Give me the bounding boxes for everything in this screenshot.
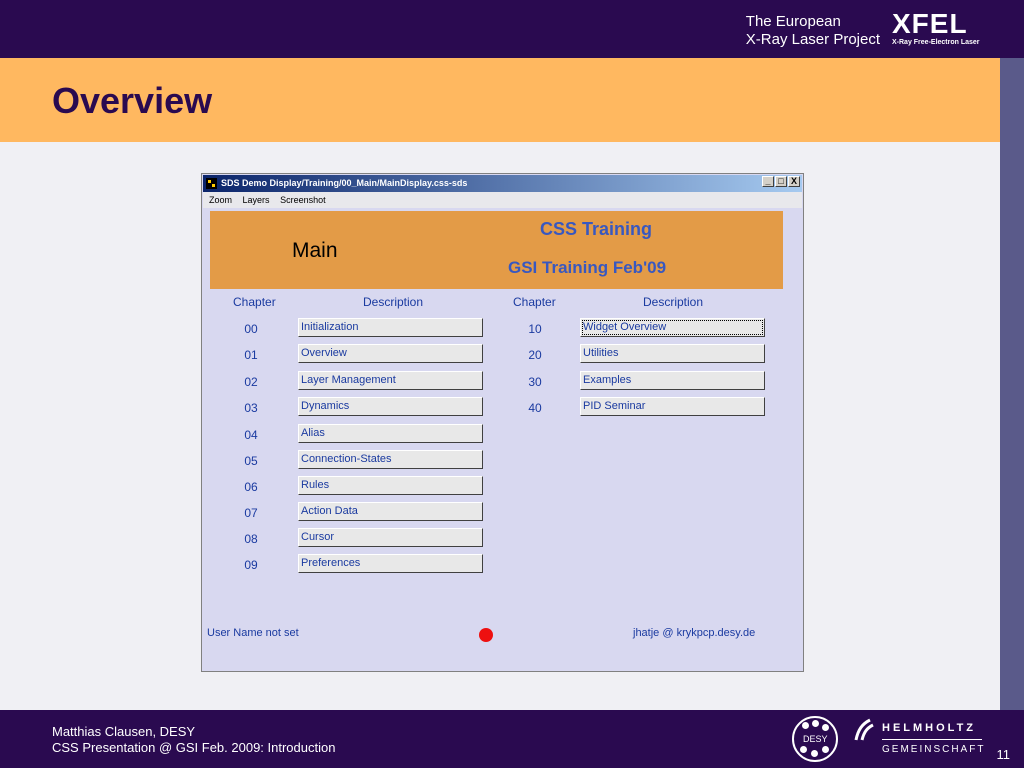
app-icon <box>206 178 217 189</box>
chapter-button-layer-management[interactable]: Layer Management <box>298 371 483 390</box>
chapter-button-cursor[interactable]: Cursor <box>298 528 483 547</box>
slide-header-bar: The European X-Ray Laser Project XFEL X-… <box>0 0 1024 58</box>
brand-text: The European X-Ray Laser Project <box>746 13 880 49</box>
footer-line-2: CSS Presentation @ GSI Feb. 2009: Introd… <box>52 740 336 755</box>
header-chapter-left: Chapter <box>233 295 276 309</box>
header-chapter-right: Chapter <box>513 295 556 309</box>
banner-title: CSS Training <box>540 219 653 239</box>
chapter-number: 02 <box>244 375 258 389</box>
chapter-button-widget-overview[interactable]: Widget Overview <box>580 318 765 337</box>
chapter-number: 03 <box>244 401 258 415</box>
chapter-number: 05 <box>244 454 258 468</box>
app-window: SDS Demo Display/Training/00_Main/MainDi… <box>201 173 804 672</box>
window-titlebar[interactable]: SDS Demo Display/Training/00_Main/MainDi… <box>203 175 802 192</box>
desy-logo: DESY <box>792 716 838 762</box>
helmholtz-logo: HELMHOLTZ GEMEINSCHAFT <box>852 718 992 762</box>
brand-line-1: The European <box>745 13 841 30</box>
xfel-logo-subtitle: X-Ray Free-Electron Laser <box>892 39 980 46</box>
chapter-button-utilities[interactable]: Utilities <box>580 344 765 363</box>
maximize-button[interactable]: □ <box>775 176 787 187</box>
slide-footer: Matthias Clausen, DESY CSS Presentation … <box>0 710 1024 768</box>
chapter-button-examples[interactable]: Examples <box>580 371 765 390</box>
header-description-right: Description <box>643 295 704 309</box>
status-user-name: User Name not set <box>207 627 299 639</box>
chapter-button-connection-states[interactable]: Connection-States <box>298 450 483 469</box>
brand-line-2: X-Ray Laser Project <box>745 31 880 48</box>
minimize-button[interactable]: _ <box>762 176 774 187</box>
menu-screenshot[interactable]: Screenshot <box>280 195 326 205</box>
helmholtz-text-1: HELMHOLTZ <box>882 722 977 734</box>
chapter-number: 07 <box>244 506 258 520</box>
banner-main-label: Main <box>292 239 338 262</box>
chapter-number: 40 <box>528 401 542 415</box>
footer-line-1: Matthias Clausen, DESY <box>52 724 196 739</box>
chapter-button-dynamics[interactable]: Dynamics <box>298 397 483 416</box>
display-banner: Main CSS Training GSI Training Feb'09 <box>210 211 783 289</box>
chapter-button-preferences[interactable]: Preferences <box>298 554 483 573</box>
status-led-icon <box>479 628 493 642</box>
chapter-button-action-data[interactable]: Action Data <box>298 502 483 521</box>
helmholtz-mark-icon <box>854 718 874 741</box>
menu-layers[interactable]: Layers <box>243 195 270 205</box>
menu-zoom[interactable]: Zoom <box>209 195 232 205</box>
slide-title-bar: Overview <box>0 58 1000 142</box>
banner-subtitle: GSI Training Feb'09 <box>508 258 667 277</box>
chapter-number: 06 <box>244 480 258 494</box>
chapter-button-alias[interactable]: Alias <box>298 424 483 443</box>
close-button[interactable]: X <box>788 176 800 187</box>
helmholtz-text-2: GEMEINSCHAFT <box>882 744 986 755</box>
chapter-number: 08 <box>244 532 258 546</box>
chapter-number: 20 <box>528 348 542 362</box>
chapter-number: 10 <box>528 322 542 336</box>
footer-author: Matthias Clausen, DESY CSS Presentation … <box>52 724 335 756</box>
xfel-logo: XFEL X-Ray Free-Electron Laser <box>892 10 982 50</box>
chapter-number: 30 <box>528 375 542 389</box>
header-description-left: Description <box>363 295 424 309</box>
slide-side-strip <box>1000 58 1024 710</box>
status-host: jhatje @ krykpcp.desy.de <box>633 627 756 639</box>
slide-title: Overview <box>52 80 213 121</box>
menu-bar: Zoom Layers Screenshot <box>203 192 802 208</box>
chapter-number: 00 <box>244 322 258 336</box>
xfel-logo-text: XFEL <box>892 8 968 39</box>
chapter-button-initialization[interactable]: Initialization <box>298 318 483 337</box>
page-number: 11 <box>996 747 1011 762</box>
helmholtz-divider <box>882 739 982 740</box>
chapter-button-overview[interactable]: Overview <box>298 344 483 363</box>
window-title: SDS Demo Display/Training/00_Main/MainDi… <box>221 178 468 188</box>
chapter-button-rules[interactable]: Rules <box>298 476 483 495</box>
desy-logo-text: DESY <box>803 734 828 744</box>
chapter-number: 04 <box>244 428 258 442</box>
chapter-number: 09 <box>244 558 258 572</box>
chapter-number: 01 <box>244 348 258 362</box>
chapter-button-pid-seminar[interactable]: PID Seminar <box>580 397 765 416</box>
